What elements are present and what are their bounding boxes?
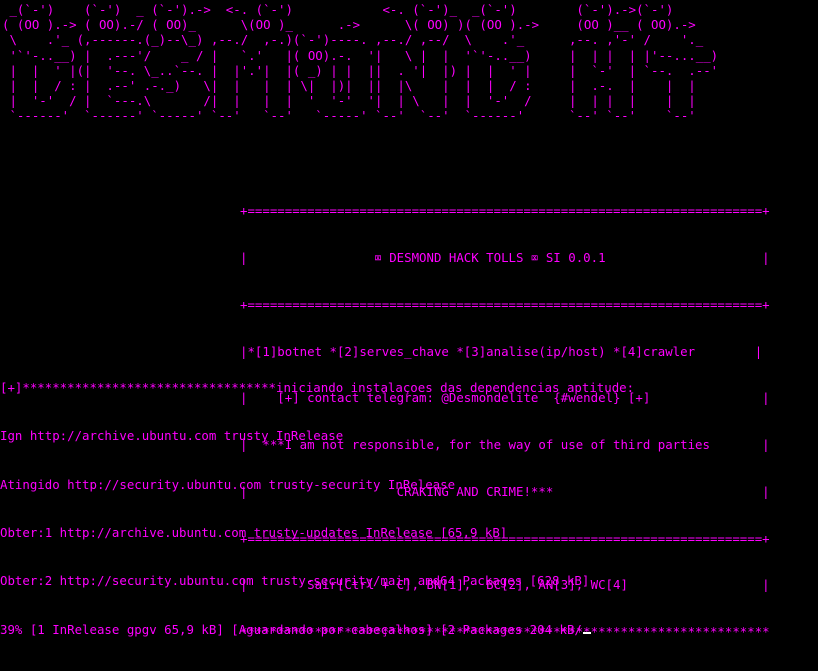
menu-title: | ⌧ DESMOND HACK TOLLS ⌧ SI 0.0.1 |	[240, 249, 770, 265]
command-output: [+]**********************************ini…	[0, 348, 634, 670]
menu-border-top: +=======================================…	[240, 203, 770, 219]
output-line-obter-1: Obter:1 http://archive.ubuntu.com trusty…	[0, 525, 508, 541]
text-cursor[interactable]	[582, 631, 591, 634]
ascii-art-banner: _(`-') (`-') _ (`-').-> <-. (`-') <-. (`…	[2, 2, 719, 124]
progress-text: 39% [1 InRelease gpgv 65,9 kB] [Aguardan…	[0, 621, 582, 637]
output-line-progress: 39% [1 InRelease gpgv 65,9 kB] [Aguardan…	[0, 622, 634, 638]
output-line-ign: Ign http://archive.ubuntu.com trusty InR…	[0, 428, 344, 444]
menu-border-mid: +=======================================…	[240, 296, 770, 312]
output-line-install-start: [+]**********************************ini…	[0, 380, 635, 396]
terminal-window[interactable]: _(`-') (`-') _ (`-').-> <-. (`-') <-. (`…	[0, 0, 818, 639]
output-line-obter-2: Obter:2 http://security.ubuntu.com trust…	[0, 573, 590, 589]
